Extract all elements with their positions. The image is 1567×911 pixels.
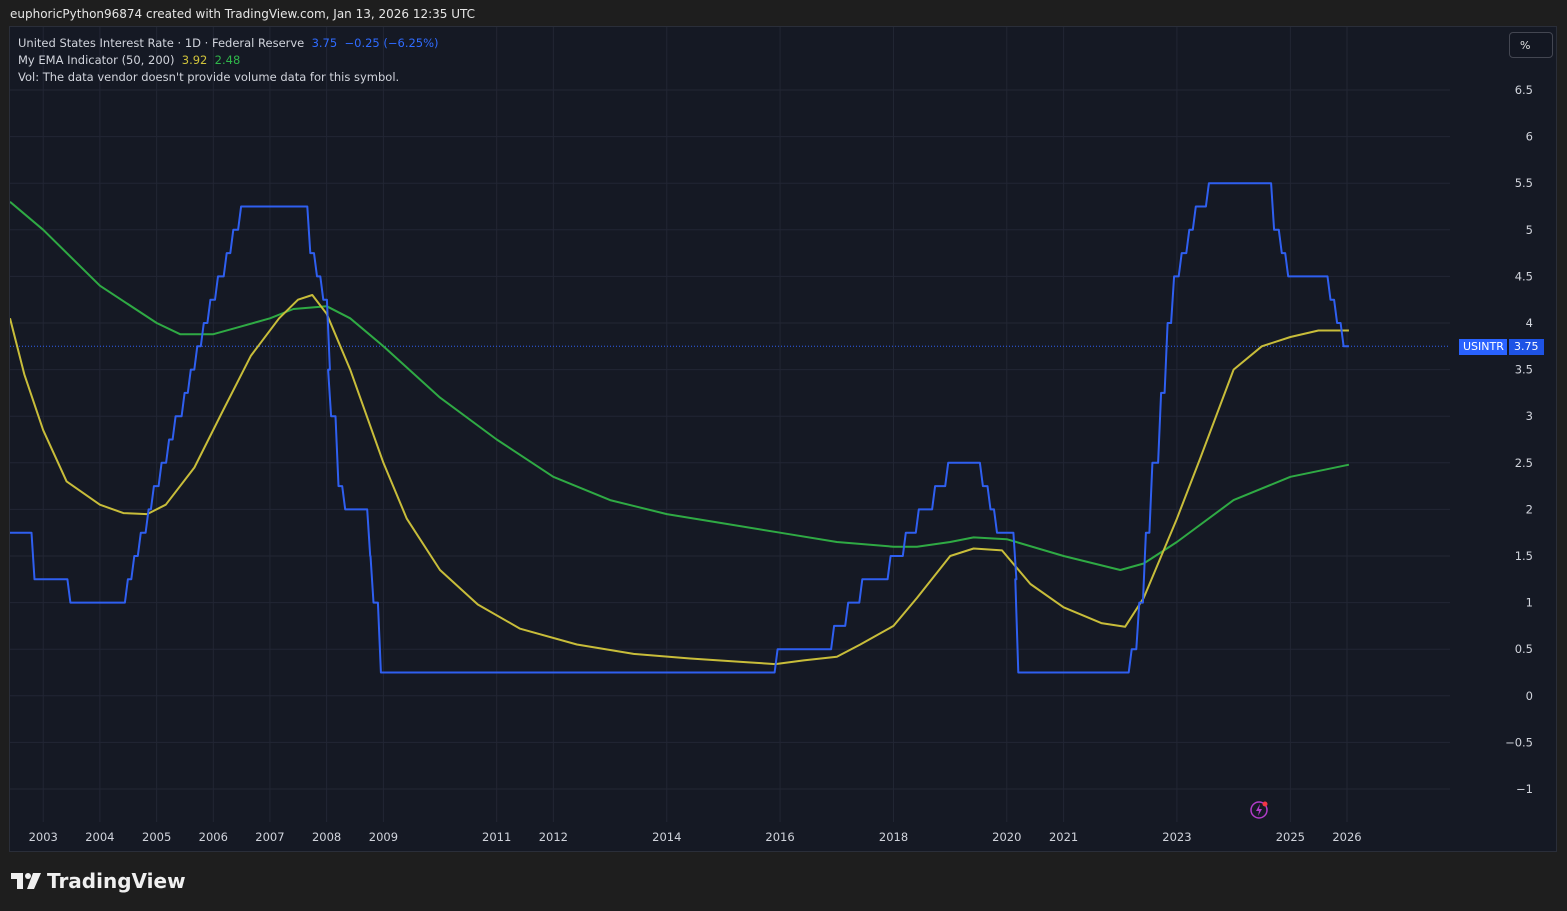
tradingview-logo[interactable]: TradingView [11, 869, 186, 893]
x-tick-label: 2006 [199, 830, 228, 844]
y-tick-label: 5 [1526, 223, 1533, 237]
x-tick-label: 2011 [482, 830, 511, 844]
legend-symbol-name[interactable]: United States Interest Rate · 1D · Feder… [18, 36, 304, 50]
legend-change: −0.25 (−6.25%) [344, 36, 439, 50]
y-tick-label: 3 [1526, 409, 1533, 423]
tradingview-logo-text: TradingView [47, 869, 186, 893]
y-tick-label: 5.5 [1515, 176, 1533, 190]
y-tick-label: 1 [1526, 596, 1533, 610]
x-tick-label: 2016 [765, 830, 794, 844]
x-tick-label: 2026 [1332, 830, 1361, 844]
y-tick-label: 2 [1526, 502, 1533, 516]
x-tick-label: 2018 [879, 830, 908, 844]
legend-last-value: 3.75 [311, 36, 338, 50]
y-tick-label: −0.5 [1505, 735, 1533, 749]
series-lines [10, 182, 1450, 674]
legend-ema-slow-value: 2.48 [214, 53, 241, 67]
y-tick-label: 1.5 [1515, 549, 1533, 563]
lightning-icon[interactable] [1249, 800, 1269, 820]
x-tick-label: 2003 [29, 830, 58, 844]
y-tick-label: 2.5 [1515, 456, 1533, 470]
x-tick-label: 2023 [1162, 830, 1191, 844]
legend-ema-fast-value: 3.92 [181, 53, 208, 67]
y-tick-label: 6 [1526, 130, 1533, 144]
x-tick-label: 2012 [539, 830, 568, 844]
chart-plot[interactable]: 6.5 6 5.5 5 4.5 4 3.5 3 2.5 2 1.5 1 0.5 0 −0.5 −1 2003 20… [10, 27, 1558, 853]
y-tick-label: 0 [1526, 689, 1533, 703]
ema-fast-series-line[interactable] [10, 294, 1349, 666]
x-tick-label: 2007 [255, 830, 284, 844]
y-tick-label: −1 [1516, 782, 1533, 796]
y-tick-label: 6.5 [1515, 83, 1533, 97]
grid-lines [10, 27, 1450, 822]
symbol-price-tag: USINTR [1459, 339, 1507, 355]
legend-row-volume: Vol: The data vendor doesn't provide vol… [18, 69, 439, 86]
x-tick-label: 2025 [1276, 830, 1305, 844]
y-tick-label: 4 [1526, 316, 1533, 330]
chart-panel[interactable]: 6.5 6 5.5 5 4.5 4 3.5 3 2.5 2 1.5 1 0.5 0 −0.5 −1 2003 20… [9, 26, 1557, 852]
current-value-tag: 3.75 [1509, 339, 1544, 355]
chart-legend: United States Interest Rate · 1D · Feder… [18, 35, 439, 86]
legend-indicator-name[interactable]: My EMA Indicator (50, 200) [18, 53, 174, 67]
x-tick-label: 2021 [1049, 830, 1078, 844]
x-tick-label: 2014 [652, 830, 681, 844]
percent-scale-button[interactable]: % [1509, 32, 1553, 58]
tradingview-logo-icon [11, 873, 41, 889]
x-tick-label: 2020 [992, 830, 1021, 844]
x-tick-label: 2008 [312, 830, 341, 844]
axis-ticks: 6.5 6 5.5 5 4.5 4 3.5 3 2.5 2 1.5 1 0.5 0 −0.5 −1 2003 20… [29, 83, 1533, 844]
legend-volume-text: Vol: The data vendor doesn't provide vol… [18, 70, 400, 84]
x-tick-label: 2004 [85, 830, 114, 844]
y-tick-label: 4.5 [1515, 269, 1533, 283]
attribution-text: euphoricPython96874 created with Trading… [10, 7, 476, 21]
x-tick-label: 2009 [369, 830, 398, 844]
y-tick-label: 3.5 [1515, 363, 1533, 377]
y-tick-label: 0.5 [1515, 642, 1533, 656]
x-tick-label: 2005 [142, 830, 171, 844]
rate-series-line[interactable] [10, 182, 1349, 674]
legend-row-indicator: My EMA Indicator (50, 200) 3.92 2.48 [18, 52, 439, 69]
ema-slow-series-line[interactable] [10, 201, 1350, 571]
legend-row-symbol: United States Interest Rate · 1D · Feder… [18, 35, 439, 52]
